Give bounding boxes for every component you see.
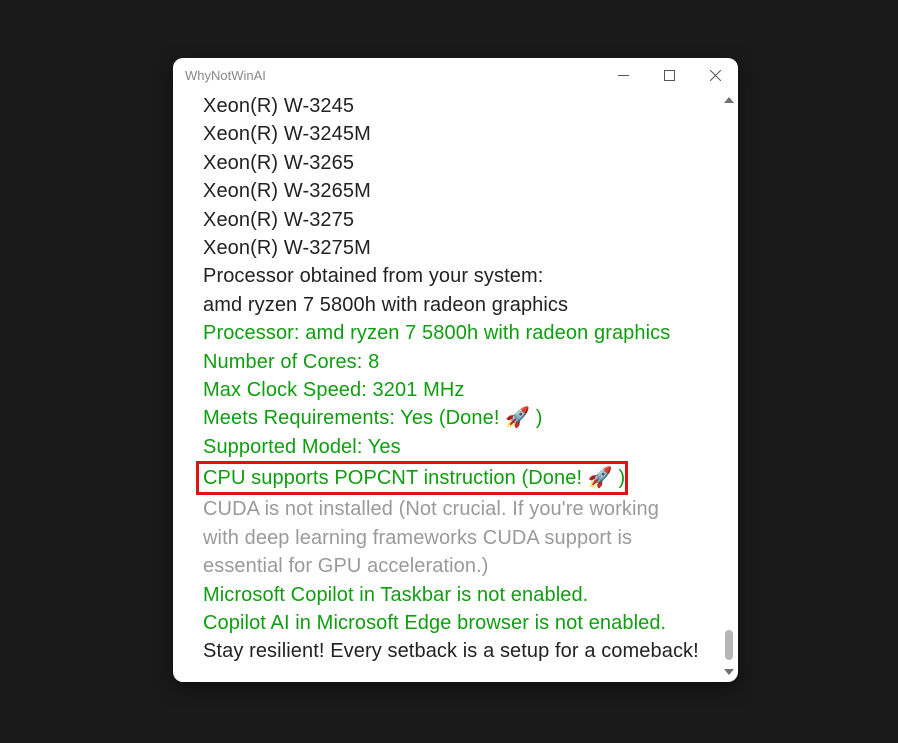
output-line: Xeon(R) W-3265M bbox=[203, 177, 700, 205]
output-line: Meets Requirements: Yes (Done! 🚀 ) bbox=[203, 404, 700, 432]
output-line: Processor: amd ryzen 7 5800h with radeon… bbox=[203, 319, 700, 347]
scroll-down-button[interactable] bbox=[723, 666, 735, 678]
highlighted-text: CPU supports POPCNT instruction (Done! 🚀… bbox=[203, 467, 625, 489]
output-line: Xeon(R) W-3265 bbox=[203, 149, 700, 177]
close-icon bbox=[710, 70, 721, 81]
highlighted-line: CPU supports POPCNT instruction (Done! 🚀… bbox=[196, 461, 628, 495]
output-line: Xeon(R) W-3275M bbox=[203, 234, 700, 262]
maximize-icon bbox=[664, 70, 675, 81]
scroll-thumb[interactable] bbox=[725, 630, 733, 660]
output-line: Xeon(R) W-3245M bbox=[203, 120, 700, 148]
output-line: Microsoft Copilot in Taskbar is not enab… bbox=[203, 581, 700, 609]
app-window: WhyNotWinAI Xeon(R) W-3245Xeon(R) W-3245… bbox=[173, 58, 738, 682]
vertical-scrollbar[interactable] bbox=[720, 92, 738, 682]
window-title: WhyNotWinAI bbox=[185, 68, 600, 83]
chevron-up-icon bbox=[724, 97, 734, 103]
minimize-button[interactable] bbox=[600, 58, 646, 92]
output-line: Xeon(R) W-3245 bbox=[203, 92, 700, 120]
chevron-down-icon bbox=[724, 669, 734, 675]
output-line: Processor obtained from your system: bbox=[203, 262, 700, 290]
output-line: Supported Model: Yes bbox=[203, 433, 700, 461]
close-button[interactable] bbox=[692, 58, 738, 92]
output-line: CUDA is not installed (Not crucial. If y… bbox=[203, 495, 700, 580]
output-line: Max Clock Speed: 3201 MHz bbox=[203, 376, 700, 404]
content-area: Xeon(R) W-3245Xeon(R) W-3245MXeon(R) W-3… bbox=[173, 92, 738, 682]
titlebar[interactable]: WhyNotWinAI bbox=[173, 58, 738, 92]
output-line: Number of Cores: 8 bbox=[203, 348, 700, 376]
maximize-button[interactable] bbox=[646, 58, 692, 92]
output-line: amd ryzen 7 5800h with radeon graphics bbox=[203, 291, 700, 319]
scroll-up-button[interactable] bbox=[723, 94, 735, 106]
output-line: Stay resilient! Every setback is a setup… bbox=[203, 637, 700, 665]
output-line: Copilot AI in Microsoft Edge browser is … bbox=[203, 609, 700, 637]
output-line: Xeon(R) W-3275 bbox=[203, 206, 700, 234]
output-text: Xeon(R) W-3245Xeon(R) W-3245MXeon(R) W-3… bbox=[173, 92, 720, 682]
minimize-icon bbox=[618, 70, 629, 81]
